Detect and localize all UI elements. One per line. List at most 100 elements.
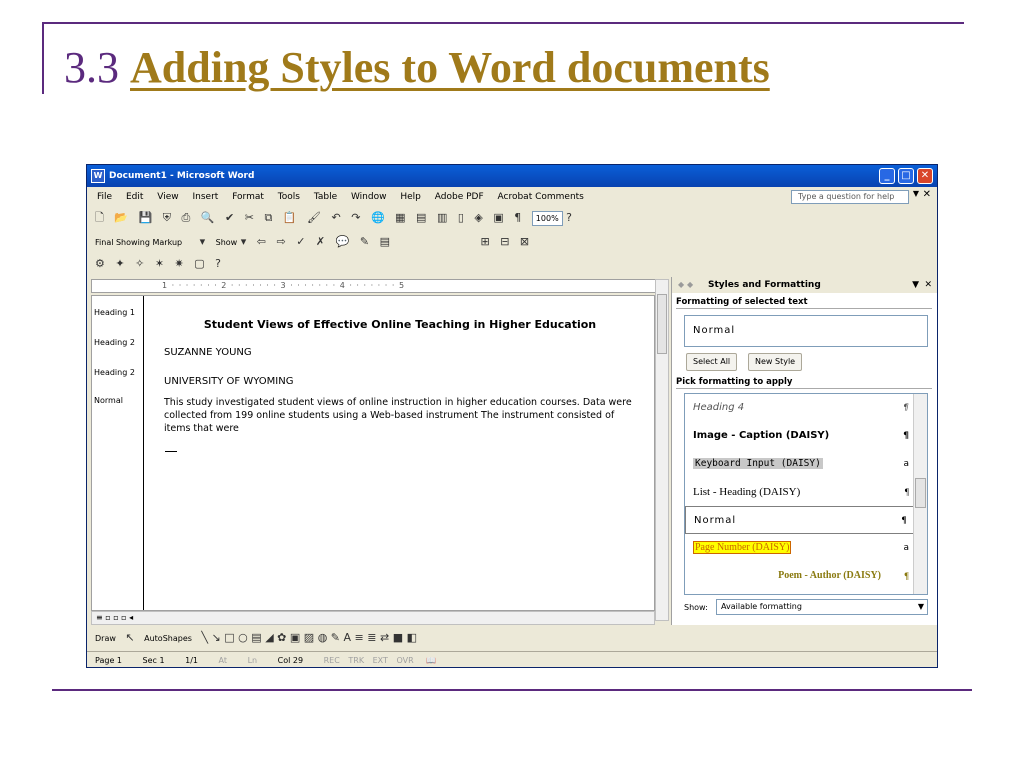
line-color-icon[interactable]: ✎ xyxy=(331,631,340,644)
maximize-button[interactable]: □ xyxy=(898,168,914,184)
zoom-select[interactable]: 100% xyxy=(531,210,563,226)
redo-icon[interactable]: ↷ xyxy=(351,207,360,229)
show-dropdown-icon[interactable]: ▾ xyxy=(241,231,247,253)
daisy-styles-icon[interactable]: ✷ xyxy=(175,253,184,275)
menu-edit[interactable]: Edit xyxy=(126,192,143,202)
style-item-heading-4[interactable]: Heading 4 ¶ xyxy=(685,394,915,422)
style-item-page-number[interactable]: Page Number (DAISY) a xyxy=(685,534,915,562)
textbox-icon[interactable]: ▤ xyxy=(251,631,261,644)
minimize-button[interactable]: _ xyxy=(879,168,895,184)
style-item-list-heading[interactable]: List - Heading (DAISY) ¶ xyxy=(685,478,915,506)
style-list-thumb[interactable] xyxy=(915,478,926,508)
close-button[interactable]: ✕ xyxy=(917,168,933,184)
hyperlink-icon[interactable]: 🌐 xyxy=(371,207,385,229)
save-icon[interactable]: 💾 xyxy=(139,207,153,229)
status-trk[interactable]: TRK xyxy=(348,652,364,667)
daisy-page-icon[interactable]: ▢ xyxy=(194,253,204,275)
style-list-scrollbar[interactable] xyxy=(913,394,927,594)
insert-excel-icon[interactable]: ▥ xyxy=(437,207,447,229)
rectangle-icon[interactable]: □ xyxy=(224,631,234,644)
print-preview-icon[interactable]: 🔍 xyxy=(201,207,215,229)
spelling-icon[interactable]: ✔ xyxy=(225,207,234,229)
print-icon[interactable]: ⎙ xyxy=(182,207,191,229)
insert-comment-icon[interactable]: 💬 xyxy=(336,231,350,253)
pane-dropdown-icon[interactable]: ▼ xyxy=(912,277,919,293)
menu-view[interactable]: View xyxy=(157,192,178,202)
menu-insert[interactable]: Insert xyxy=(192,192,218,202)
reviewing-pane-icon[interactable]: ▤ xyxy=(380,231,390,253)
shadow-icon[interactable]: ■ xyxy=(393,631,403,644)
cut-icon[interactable]: ✂ xyxy=(245,207,254,229)
pane-nav-icon[interactable]: ◆ ◆ xyxy=(678,277,693,293)
view-buttons-icon[interactable]: ≡ ▫ ▫ ▫ ◂ xyxy=(96,613,133,622)
menu-table[interactable]: Table xyxy=(314,192,337,202)
markup-dropdown-icon[interactable]: ▾ xyxy=(200,231,206,253)
dash-style-icon[interactable]: ≣ xyxy=(367,631,376,644)
markup-select[interactable]: Final Showing Markup xyxy=(95,238,182,247)
daisy-validate-icon[interactable]: ✦ xyxy=(115,253,124,275)
3d-icon[interactable]: ◧ xyxy=(407,631,417,644)
select-objects-icon[interactable]: ↖ xyxy=(125,631,134,644)
drawing-icon[interactable]: ◈ xyxy=(474,207,482,229)
document-map-icon[interactable]: ▣ xyxy=(493,207,503,229)
new-document-icon[interactable]: 🗋 xyxy=(95,207,104,229)
font-color-icon[interactable]: A xyxy=(344,631,352,644)
chevron-down-icon[interactable]: ▼ xyxy=(913,189,919,198)
previous-change-icon[interactable]: ⇦ xyxy=(257,231,266,253)
picture-icon[interactable]: ▨ xyxy=(304,631,314,644)
style-item-normal[interactable]: Normal ¶ xyxy=(685,506,915,534)
new-style-button[interactable]: New Style xyxy=(748,353,803,371)
wordart-icon[interactable]: ◢ xyxy=(265,631,273,644)
daisy-help-icon[interactable]: ? xyxy=(215,253,221,275)
insert-table-icon[interactable]: ▤ xyxy=(416,207,426,229)
body-paragraph[interactable]: This study investigated student views of… xyxy=(164,396,634,435)
ask-question-input[interactable]: Type a question for help xyxy=(791,190,909,204)
chevron-down-icon[interactable]: ▼ xyxy=(918,600,924,614)
horizontal-scrollbar[interactable]: ≡ ▫ ▫ ▫ ◂ xyxy=(91,611,655,625)
status-ovr[interactable]: OVR xyxy=(396,652,413,667)
status-rec[interactable]: REC xyxy=(324,652,340,667)
line-style-icon[interactable]: ≡ xyxy=(355,631,364,644)
show-hide-icon[interactable]: ¶ xyxy=(514,207,521,229)
document-area[interactable]: Heading 1 Heading 2 Heading 2 Normal Stu… xyxy=(91,295,655,611)
author-line[interactable]: SUZANNE YOUNG xyxy=(164,347,252,358)
pane-close-icon[interactable]: ✕ xyxy=(924,277,932,293)
fill-color-icon[interactable]: ◍ xyxy=(318,631,328,644)
horizontal-ruler[interactable]: 1 · · · · · · · 2 · · · · · · · 3 · · · … xyxy=(91,279,661,293)
document-heading[interactable]: Student Views of Effective Online Teachi… xyxy=(144,318,656,331)
pdf-convert-icon[interactable]: ⊞ xyxy=(480,231,489,253)
paste-icon[interactable]: 📋 xyxy=(283,207,297,229)
oval-icon[interactable]: ○ xyxy=(238,631,248,644)
menu-help[interactable]: Help xyxy=(400,192,421,202)
style-item-keyboard-input[interactable]: Keyboard Input (DAISY) a xyxy=(685,450,915,478)
arrow-icon[interactable]: ↘ xyxy=(212,631,221,644)
affiliation-line[interactable]: UNIVERSITY OF WYOMING xyxy=(164,376,293,387)
clipart-icon[interactable]: ▣ xyxy=(290,631,300,644)
daisy-save-icon[interactable]: ⚙ xyxy=(95,253,105,275)
selected-style-box[interactable]: Normal xyxy=(684,315,928,347)
diagram-icon[interactable]: ✿ xyxy=(277,631,286,644)
show-menu[interactable]: Show xyxy=(216,238,238,247)
menu-acrobat-comments[interactable]: Acrobat Comments xyxy=(498,192,584,202)
columns-icon[interactable]: ▯ xyxy=(458,207,464,229)
document-close-icon[interactable]: ✕ xyxy=(923,189,931,200)
help-icon[interactable]: ? xyxy=(566,207,572,229)
daisy-export-icon[interactable]: ✶ xyxy=(155,253,164,275)
next-change-icon[interactable]: ⇨ xyxy=(276,231,285,253)
show-select[interactable]: Available formatting ▼ xyxy=(716,599,928,615)
track-changes-icon[interactable]: ✎ xyxy=(360,231,369,253)
undo-icon[interactable]: ↶ xyxy=(332,207,341,229)
format-painter-icon[interactable]: 🖌 xyxy=(307,207,321,229)
menu-file[interactable]: File xyxy=(97,192,112,202)
copy-icon[interactable]: ⧉ xyxy=(264,207,272,229)
scroll-thumb[interactable] xyxy=(657,294,667,354)
menu-format[interactable]: Format xyxy=(232,192,264,202)
autoshapes-menu[interactable]: AutoShapes xyxy=(144,634,192,643)
accept-change-icon[interactable]: ✓ xyxy=(296,231,305,253)
style-item-image-caption[interactable]: Image - Caption (DAISY) ¶ xyxy=(685,422,915,450)
menu-tools[interactable]: Tools xyxy=(278,192,300,202)
open-icon[interactable]: 📂 xyxy=(114,207,128,229)
arrow-style-icon[interactable]: ⇄ xyxy=(380,631,389,644)
menu-adobe-pdf[interactable]: Adobe PDF xyxy=(435,192,484,202)
vertical-scrollbar[interactable] xyxy=(655,279,669,621)
